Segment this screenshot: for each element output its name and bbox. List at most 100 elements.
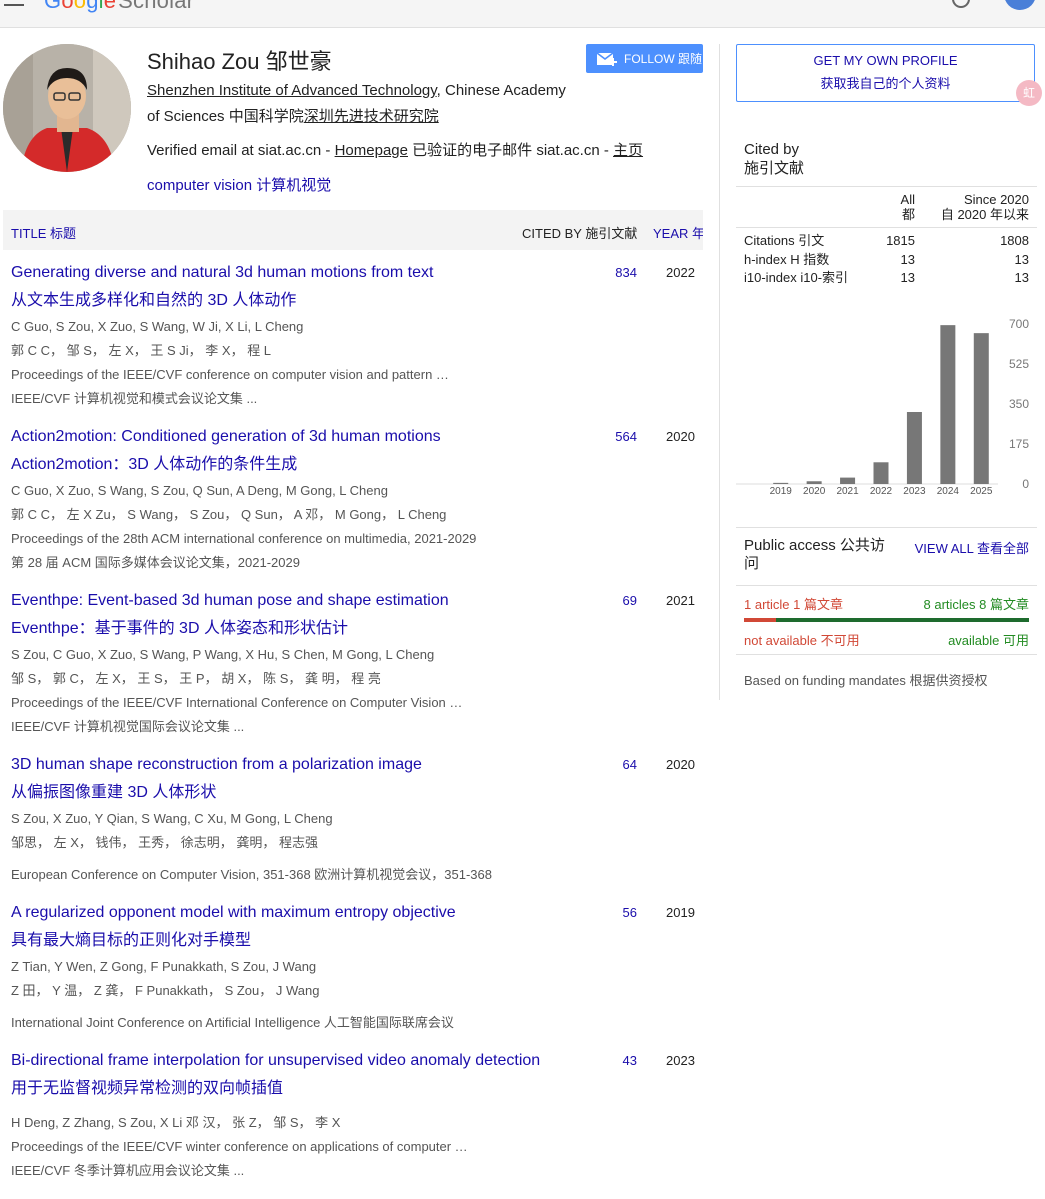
stats-since-value: 13 bbox=[1014, 251, 1029, 267]
logo-letter: G bbox=[44, 0, 62, 13]
verified-text-zh: 已验证的电子邮件 siat.ac.cn - bbox=[407, 142, 614, 159]
article-row: Generating diverse and natural 3d human … bbox=[11, 259, 711, 411]
article-venue: European Conference on Computer Vision, … bbox=[11, 867, 493, 882]
divider bbox=[736, 585, 1037, 586]
cited-by-header[interactable]: CITED BY 施引文献 bbox=[522, 223, 637, 242]
chart-x-tick-label: 2019 bbox=[770, 486, 793, 497]
chart-x-tick-label: 2025 bbox=[970, 486, 993, 497]
stats-all-value: 13 bbox=[900, 270, 915, 285]
article-venue-zh: IEEE/CVF 计算机视觉国际会议论文集 ... bbox=[11, 719, 245, 734]
stats-header: All 都 Since 2020 自 2020 年以来 bbox=[736, 190, 1037, 228]
affiliation-link-zh[interactable]: 深圳先进技术研究院 bbox=[304, 108, 439, 125]
public-access-title: Public access 公共访问 bbox=[744, 537, 885, 572]
chart-bar-2024[interactable] bbox=[940, 325, 956, 484]
stats-all-value: 13 bbox=[900, 251, 915, 267]
email-follow-icon bbox=[596, 51, 618, 66]
chart-bar-2023[interactable] bbox=[906, 412, 922, 484]
article-venue: Proceedings of the IEEE/CVF Internationa… bbox=[11, 695, 463, 710]
research-interest-link[interactable]: computer vision 计算机视觉 bbox=[147, 174, 331, 195]
search-icon[interactable] bbox=[952, 0, 970, 8]
chart-bar-2021[interactable] bbox=[840, 477, 856, 484]
top-bar: GoogleScholar bbox=[0, 0, 1045, 28]
stats-since-value: 13 bbox=[1014, 270, 1029, 285]
funding-mandates-link[interactable]: Based on funding mandates 根据供资授权 bbox=[744, 670, 988, 689]
google-scholar-logo[interactable]: GoogleScholar bbox=[44, 0, 194, 14]
article-venue: Proceedings of the 28th ACM internationa… bbox=[11, 531, 477, 546]
profile-name: Shihao Zou 邹世豪 bbox=[147, 49, 332, 74]
article-year: 2021 bbox=[666, 593, 695, 608]
article-authors: S Zou, X Zuo, Y Qian, S Wang, C Xu, M Go… bbox=[11, 811, 333, 826]
view-all-link[interactable]: VIEW ALL 查看全部 bbox=[910, 541, 1029, 556]
homepage-link-zh[interactable]: 主页 bbox=[613, 142, 643, 159]
article-title-zh[interactable]: Action2motion：3D 人体动作的条件生成 bbox=[11, 451, 711, 479]
article-authors: S Zou, C Guo, X Zuo, S Wang, P Wang, X H… bbox=[11, 647, 435, 662]
article-cited-count[interactable]: 56 bbox=[591, 905, 637, 920]
article-cited-count[interactable]: 43 bbox=[591, 1053, 637, 1068]
translate-extension-icon[interactable]: 虹 bbox=[1016, 80, 1042, 106]
article-cited-count[interactable]: 69 bbox=[591, 593, 637, 608]
unavailable-count-link[interactable]: 1 article 1 篇文章 bbox=[744, 594, 843, 613]
article-venue-zh: IEEE/CVF 计算机视觉和模式会议论文集 ... bbox=[11, 391, 258, 406]
cited-by-label: Cited by bbox=[744, 141, 800, 158]
article-year: 2019 bbox=[666, 905, 695, 920]
affiliation: Shenzhen Institute of Advanced Technolog… bbox=[147, 78, 577, 130]
account-avatar-icon[interactable] bbox=[1004, 0, 1036, 10]
article-authors-zh: 邹 S， 郭 C， 左 X， 王 S， 王 P， 胡 X， 陈 S， 龚 明， … bbox=[11, 671, 381, 686]
chart-x-tick-label: 2024 bbox=[937, 486, 960, 497]
stats-col-all-label-zh: 都 bbox=[901, 207, 915, 222]
logo-letter: o bbox=[61, 0, 74, 13]
chart-bar-2025[interactable] bbox=[973, 333, 989, 484]
profile-photo bbox=[3, 44, 131, 172]
article-authors-zh: 郭 C C， 左 X Zu， S Wang， S Zou， Q Sun， A 邓… bbox=[11, 507, 447, 522]
chart-x-tick-label: 2020 bbox=[803, 486, 826, 497]
verified-text: Verified email at siat.ac.cn - bbox=[147, 142, 335, 159]
affiliation-link[interactable]: Shenzhen Institute of Advanced Technolog… bbox=[147, 82, 437, 99]
follow-button[interactable]: FOLLOW 跟随 bbox=[586, 44, 703, 73]
stats-col-since-label-zh: 自 2020 年以来 bbox=[940, 207, 1029, 222]
chart-bar-2022[interactable] bbox=[873, 462, 889, 484]
stats-label: i10-index i10-索引 bbox=[744, 270, 849, 285]
article-venue: Proceedings of the IEEE/CVF conference o… bbox=[11, 367, 449, 382]
logo-letter: e bbox=[103, 0, 117, 13]
stats-col-since: Since 2020 自 2020 年以来 bbox=[941, 192, 1029, 222]
chart-y-tick-label: 525 bbox=[1009, 357, 1029, 371]
stats-row: Citations 引文 1815 1808 bbox=[736, 232, 1037, 251]
article-title-zh[interactable]: 从文本生成多样化和自然的 3D 人体动作 bbox=[11, 287, 711, 315]
stats-row: i10-index i10-索引 13 13 bbox=[736, 269, 1037, 288]
article-authors-zh: 郭 C C， 邹 S， 左 X， 王 S Ji， 李 X， 程 L bbox=[11, 343, 272, 358]
divider bbox=[736, 527, 1037, 528]
article-authors: C Guo, S Zou, X Zuo, S Wang, W Ji, X Li,… bbox=[11, 319, 304, 334]
article-row: A regularized opponent model with maximu… bbox=[11, 899, 711, 1035]
article-cited-count[interactable]: 564 bbox=[591, 429, 637, 444]
article-year: 2020 bbox=[666, 757, 695, 772]
divider bbox=[736, 186, 1037, 187]
chart-y-tick-label: 175 bbox=[1009, 437, 1029, 451]
chart-bar-2019[interactable] bbox=[773, 482, 789, 484]
sort-by-year[interactable]: YEAR 年份 bbox=[653, 223, 703, 242]
stats-all-value: 1815 bbox=[886, 233, 915, 248]
get-profile-label-zh: 获取我自己的个人资料 bbox=[820, 76, 951, 91]
article-title-zh[interactable]: Eventhpe：基于事件的 3D 人体姿态和形状估计 bbox=[11, 615, 711, 643]
public-access-bar-unavailable bbox=[744, 618, 776, 622]
article-cited-count[interactable]: 834 bbox=[591, 265, 637, 280]
article-title-zh[interactable]: 从偏振图像重建 3D 人体形状 bbox=[11, 779, 711, 807]
article-venue: International Joint Conference on Artifi… bbox=[11, 1015, 454, 1030]
article-year: 2020 bbox=[666, 429, 695, 444]
article-row: Action2motion: Conditioned generation of… bbox=[11, 423, 711, 575]
public-access-bar bbox=[744, 618, 1029, 622]
homepage-link[interactable]: Homepage bbox=[335, 142, 408, 159]
article-title-zh[interactable]: 具有最大熵目标的正则化对手模型 bbox=[11, 927, 711, 955]
article-title-zh[interactable]: 用于无监督视频异常检测的双向帧插值 bbox=[11, 1075, 711, 1103]
available-count-link[interactable]: 8 articles 8 篇文章 bbox=[924, 594, 1029, 613]
column-divider bbox=[719, 44, 720, 700]
stats-row: h-index H 指数 13 13 bbox=[736, 251, 1037, 270]
get-my-own-profile-button[interactable]: GET MY OWN PROFILE 获取我自己的个人资料 bbox=[736, 44, 1035, 102]
sort-by-title[interactable]: TITLE 标题 bbox=[11, 223, 76, 242]
article-row: Bi-directional frame interpolation for u… bbox=[11, 1047, 711, 1183]
chart-bar-2020[interactable] bbox=[806, 481, 822, 484]
menu-icon[interactable] bbox=[4, 0, 24, 6]
verified-email: Verified email at siat.ac.cn - Homepage … bbox=[147, 140, 643, 162]
stats-label: Citations 引文 bbox=[744, 233, 825, 248]
article-cited-count[interactable]: 64 bbox=[591, 757, 637, 772]
article-authors: H Deng, Z Zhang, S Zou, X Li 邓 汉， 张 Z， 邹… bbox=[11, 1115, 341, 1130]
